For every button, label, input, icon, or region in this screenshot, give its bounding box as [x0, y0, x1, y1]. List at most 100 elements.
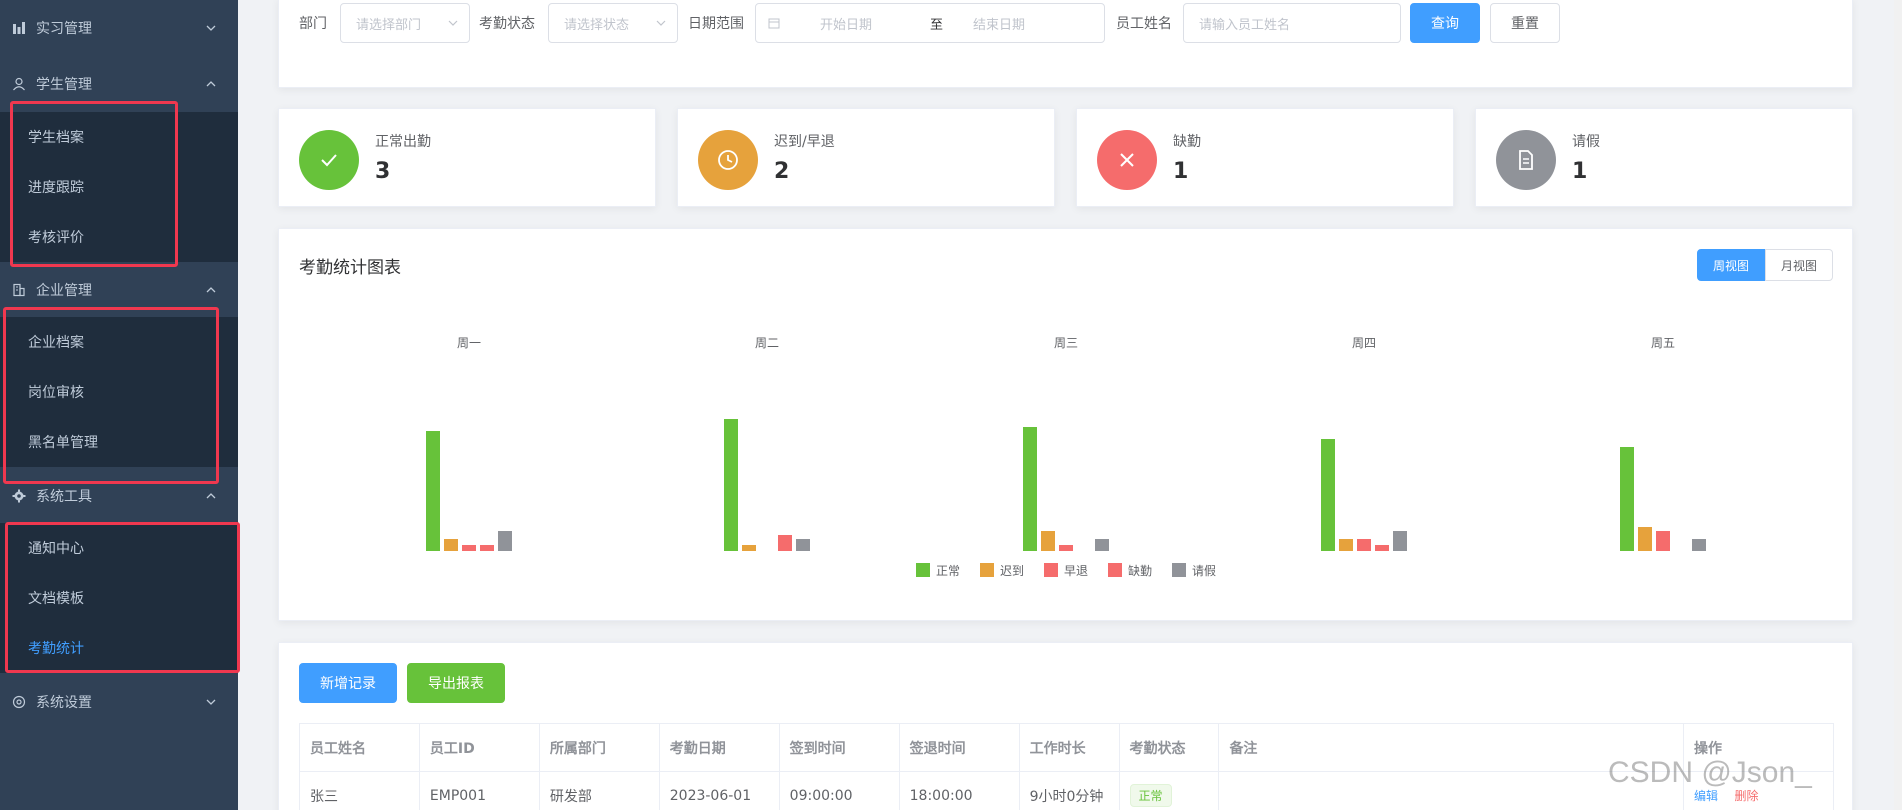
bar[interactable]: [1375, 545, 1389, 551]
sidebar-item-doc-templates[interactable]: 文档模板: [0, 573, 238, 623]
dept-label: 部门: [299, 16, 327, 32]
bar[interactable]: [742, 545, 756, 551]
sidebar-item-label: 进度跟踪: [28, 180, 84, 196]
legend-swatch[interactable]: [1108, 563, 1122, 577]
cell-dept: 研发部: [538, 771, 660, 810]
column-header[interactable]: 员工ID: [418, 723, 540, 772]
legend-swatch[interactable]: [1044, 563, 1058, 577]
sidebar-item-blacklist[interactable]: 黑名单管理: [0, 417, 238, 467]
bar[interactable]: [498, 531, 512, 551]
bar[interactable]: [1023, 427, 1037, 551]
export-report-button[interactable]: 导出报表: [407, 663, 505, 703]
menu-group-system-tools[interactable]: 系统工具: [0, 476, 238, 516]
sidebar-item-attendance-stats[interactable]: 考勤统计: [0, 623, 238, 673]
menu-group-companies[interactable]: 企业管理: [0, 270, 238, 310]
filter-card: 部门 请选择部门 考勤状态 请选择状态 日期范围 开始日期 至 结束日期 员工姓…: [278, 0, 1853, 88]
bar[interactable]: [1692, 539, 1706, 551]
legend-label[interactable]: 请假: [1192, 564, 1216, 578]
document-icon: [1496, 130, 1556, 190]
column-header[interactable]: 员工姓名: [299, 723, 420, 772]
bar[interactable]: [426, 431, 440, 551]
sidebar-item-progress-tracking[interactable]: 进度跟踪: [0, 162, 238, 212]
start-date-input[interactable]: 开始日期: [820, 14, 920, 33]
range-separator: 至: [930, 17, 944, 33]
employee-name-placeholder: 请输入员工姓名: [1199, 17, 1291, 33]
bar[interactable]: [462, 545, 476, 551]
legend-label[interactable]: 正常: [936, 564, 960, 578]
sidebar-item-notifications[interactable]: 通知中心: [0, 523, 238, 573]
table-header-row: 员工姓名 员工ID 所属部门 考勤日期 签到时间 签退时间 工作时长 考勤状态 …: [299, 723, 1834, 772]
bar[interactable]: [444, 539, 458, 551]
reset-button[interactable]: 重置: [1490, 3, 1560, 43]
sidebar-item-company-records[interactable]: 企业档案: [0, 317, 238, 367]
date-range-picker[interactable]: 开始日期 至 结束日期: [755, 3, 1105, 43]
sidebar-item-student-records[interactable]: 学生档案: [0, 112, 238, 162]
sidebar-item-label: 通知中心: [28, 541, 84, 557]
table-row[interactable]: 张三 EMP001 研发部 2023-06-01 09:00:00 18:00:…: [299, 771, 1834, 810]
stat-value: 1: [1572, 159, 1588, 184]
legend-swatch[interactable]: [1172, 563, 1186, 577]
date-range-label: 日期范围: [688, 16, 744, 32]
legend-label[interactable]: 缺勤: [1128, 563, 1152, 578]
bar[interactable]: [724, 419, 738, 551]
menu-group-internship[interactable]: 实习管理: [0, 8, 238, 48]
sidebar-item-position-review[interactable]: 岗位审核: [0, 367, 238, 417]
menu-group-system-settings[interactable]: 系统设置: [0, 682, 238, 722]
edit-link[interactable]: 编辑: [1694, 789, 1718, 803]
bar[interactable]: [1321, 439, 1335, 551]
menu-group-students[interactable]: 学生管理: [0, 64, 238, 104]
cell-checkin: 09:00:00: [778, 771, 900, 810]
dept-select[interactable]: 请选择部门: [340, 3, 470, 43]
settings-icon: [12, 695, 26, 709]
status-select[interactable]: 请选择状态: [548, 3, 678, 43]
chevron-up-icon: [206, 81, 216, 87]
legend-swatch[interactable]: [916, 563, 930, 577]
attendance-table: 员工姓名 员工ID 所属部门 考勤日期 签到时间 签退时间 工作时长 考勤状态 …: [299, 723, 1834, 810]
column-header[interactable]: 所属部门: [538, 723, 660, 772]
bar[interactable]: [480, 545, 494, 551]
bar[interactable]: [1339, 539, 1353, 551]
menu-group-label: 企业管理: [36, 283, 92, 299]
x-tick-label: 周一: [457, 336, 481, 350]
legend-swatch[interactable]: [980, 563, 994, 577]
legend-label[interactable]: 迟到: [1000, 564, 1024, 578]
stat-value: 3: [375, 159, 391, 184]
sidebar-item-label: 学生档案: [28, 130, 84, 146]
x-tick-label: 周五: [1651, 336, 1675, 350]
sidebar-item-label: 岗位审核: [28, 385, 84, 401]
stat-label: 请假: [1572, 134, 1600, 150]
chart-icon: [13, 22, 25, 34]
bar[interactable]: [778, 535, 792, 551]
legend-label[interactable]: 早退: [1064, 564, 1088, 578]
column-header[interactable]: 签退时间: [898, 723, 1020, 772]
bar[interactable]: [1656, 531, 1670, 551]
stat-card-absent: 缺勤 1: [1076, 108, 1454, 207]
sidebar-item-assessment[interactable]: 考核评价: [0, 212, 238, 262]
bar[interactable]: [796, 539, 810, 551]
chevron-up-icon: [206, 287, 216, 293]
status-badge: 正常: [1129, 784, 1172, 807]
bar[interactable]: [1059, 545, 1073, 551]
scrollbar[interactable]: [1894, 0, 1902, 810]
search-button[interactable]: 查询: [1410, 3, 1480, 43]
bar[interactable]: [1620, 447, 1634, 551]
bar[interactable]: [1357, 539, 1371, 551]
column-header[interactable]: 签到时间: [778, 723, 900, 772]
column-header[interactable]: 考勤日期: [658, 723, 780, 772]
delete-link[interactable]: 删除: [1735, 789, 1759, 803]
bar[interactable]: [1638, 527, 1652, 551]
column-header[interactable]: 考勤状态: [1118, 723, 1220, 772]
column-header[interactable]: 工作时长: [1018, 723, 1120, 772]
x-tick-label: 周三: [1054, 336, 1078, 350]
clock-icon: [698, 130, 758, 190]
sidebar-item-label: 黑名单管理: [28, 435, 98, 451]
bar[interactable]: [1095, 539, 1109, 551]
dept-placeholder: 请选择部门: [356, 17, 422, 33]
employee-name-input[interactable]: 请输入员工姓名: [1183, 3, 1401, 43]
end-date-input[interactable]: 结束日期: [973, 14, 1025, 33]
cell-name: 张三: [299, 771, 420, 810]
bar[interactable]: [1041, 531, 1055, 551]
add-record-button[interactable]: 新增记录: [299, 663, 397, 703]
bar[interactable]: [1393, 531, 1407, 551]
check-icon: [299, 130, 359, 190]
